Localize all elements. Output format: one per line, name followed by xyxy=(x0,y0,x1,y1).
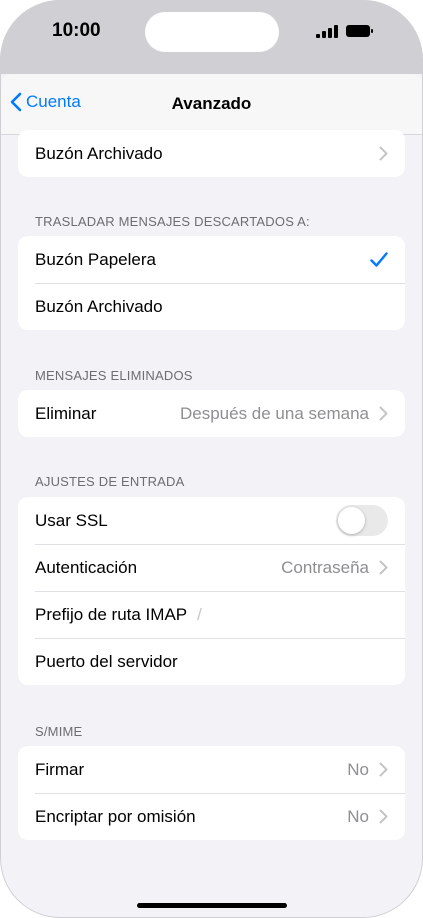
dynamic-island xyxy=(145,12,279,52)
imap-prefix-input[interactable]: / xyxy=(197,605,202,625)
incoming-settings-header: AJUSTES DE ENTRADA xyxy=(35,474,185,489)
server-port-row[interactable]: Puerto del servidor xyxy=(18,638,405,685)
chevron-right-icon xyxy=(379,560,388,575)
status-time: 10:00 xyxy=(52,20,101,41)
smime-header: S/MIME xyxy=(35,724,83,739)
imap-prefix-row[interactable]: Prefijo de ruta IMAP / xyxy=(18,591,405,638)
encrypt-default-label: Encriptar por omisión xyxy=(35,806,196,826)
chevron-right-icon xyxy=(379,762,388,777)
option-archive-mailbox[interactable]: Buzón Archivado xyxy=(18,283,405,330)
toggle-knob xyxy=(338,507,365,534)
deleted-messages-header: MENSAJES ELIMINADOS xyxy=(35,368,193,383)
imap-prefix-label: Prefijo de ruta IMAP xyxy=(35,604,188,624)
encrypt-default-row[interactable]: Encriptar por omisión No xyxy=(18,793,405,840)
smime-card: Firmar No Encriptar por omisión No xyxy=(18,746,405,840)
use-ssl-label: Usar SSL xyxy=(35,510,108,530)
settings-sheet: Cuenta Avanzado Buzón Archivado TRASLADA… xyxy=(0,74,423,918)
delete-label: Eliminar xyxy=(35,403,97,423)
page-title: Avanzado xyxy=(171,94,252,113)
archive-mailbox-label: Buzón Archivado xyxy=(35,143,163,163)
delete-row[interactable]: Eliminar Después de una semana xyxy=(18,390,405,437)
archive-mailbox-card: Buzón Archivado xyxy=(18,130,405,177)
chevron-right-icon xyxy=(379,406,388,421)
home-indicator[interactable] xyxy=(137,903,287,908)
navigation-bar: Cuenta Avanzado xyxy=(0,74,423,135)
delete-value: Después de una semana xyxy=(179,403,369,423)
option-trash-mailbox[interactable]: Buzón Papelera xyxy=(18,236,405,283)
authentication-label: Autenticación xyxy=(35,557,138,577)
use-ssl-toggle[interactable] xyxy=(336,505,388,536)
server-port-label: Puerto del servidor xyxy=(35,651,178,671)
chevron-right-icon xyxy=(379,146,388,161)
status-bar: 10:00 xyxy=(0,0,423,74)
move-discarded-card: Buzón Papelera Buzón Archivado xyxy=(18,236,405,330)
battery-icon xyxy=(346,25,373,37)
sign-row[interactable]: Firmar No xyxy=(18,746,405,793)
archive-mailbox-row[interactable]: Buzón Archivado xyxy=(18,130,405,177)
option-archive-label: Buzón Archivado xyxy=(35,296,163,316)
move-discarded-header: TRASLADAR MENSAJES DESCARTADOS A: xyxy=(35,214,310,229)
sign-label: Firmar xyxy=(35,759,85,779)
deleted-messages-card: Eliminar Después de una semana xyxy=(18,390,405,437)
use-ssl-row: Usar SSL xyxy=(18,497,405,544)
option-trash-label: Buzón Papelera xyxy=(35,249,156,269)
incoming-settings-card: Usar SSL Autenticación Contraseña Prefij… xyxy=(18,497,405,685)
chevron-right-icon xyxy=(379,809,388,824)
sign-value: No xyxy=(347,759,369,779)
encrypt-default-value: No xyxy=(347,806,369,826)
authentication-row[interactable]: Autenticación Contraseña xyxy=(18,544,405,591)
authentication-value: Contraseña xyxy=(281,557,369,577)
signal-icon xyxy=(316,25,338,38)
phone-screen: 10:00 Cuenta Avanzado Buzón Archivado TR… xyxy=(0,0,423,918)
checkmark-icon xyxy=(370,251,388,268)
